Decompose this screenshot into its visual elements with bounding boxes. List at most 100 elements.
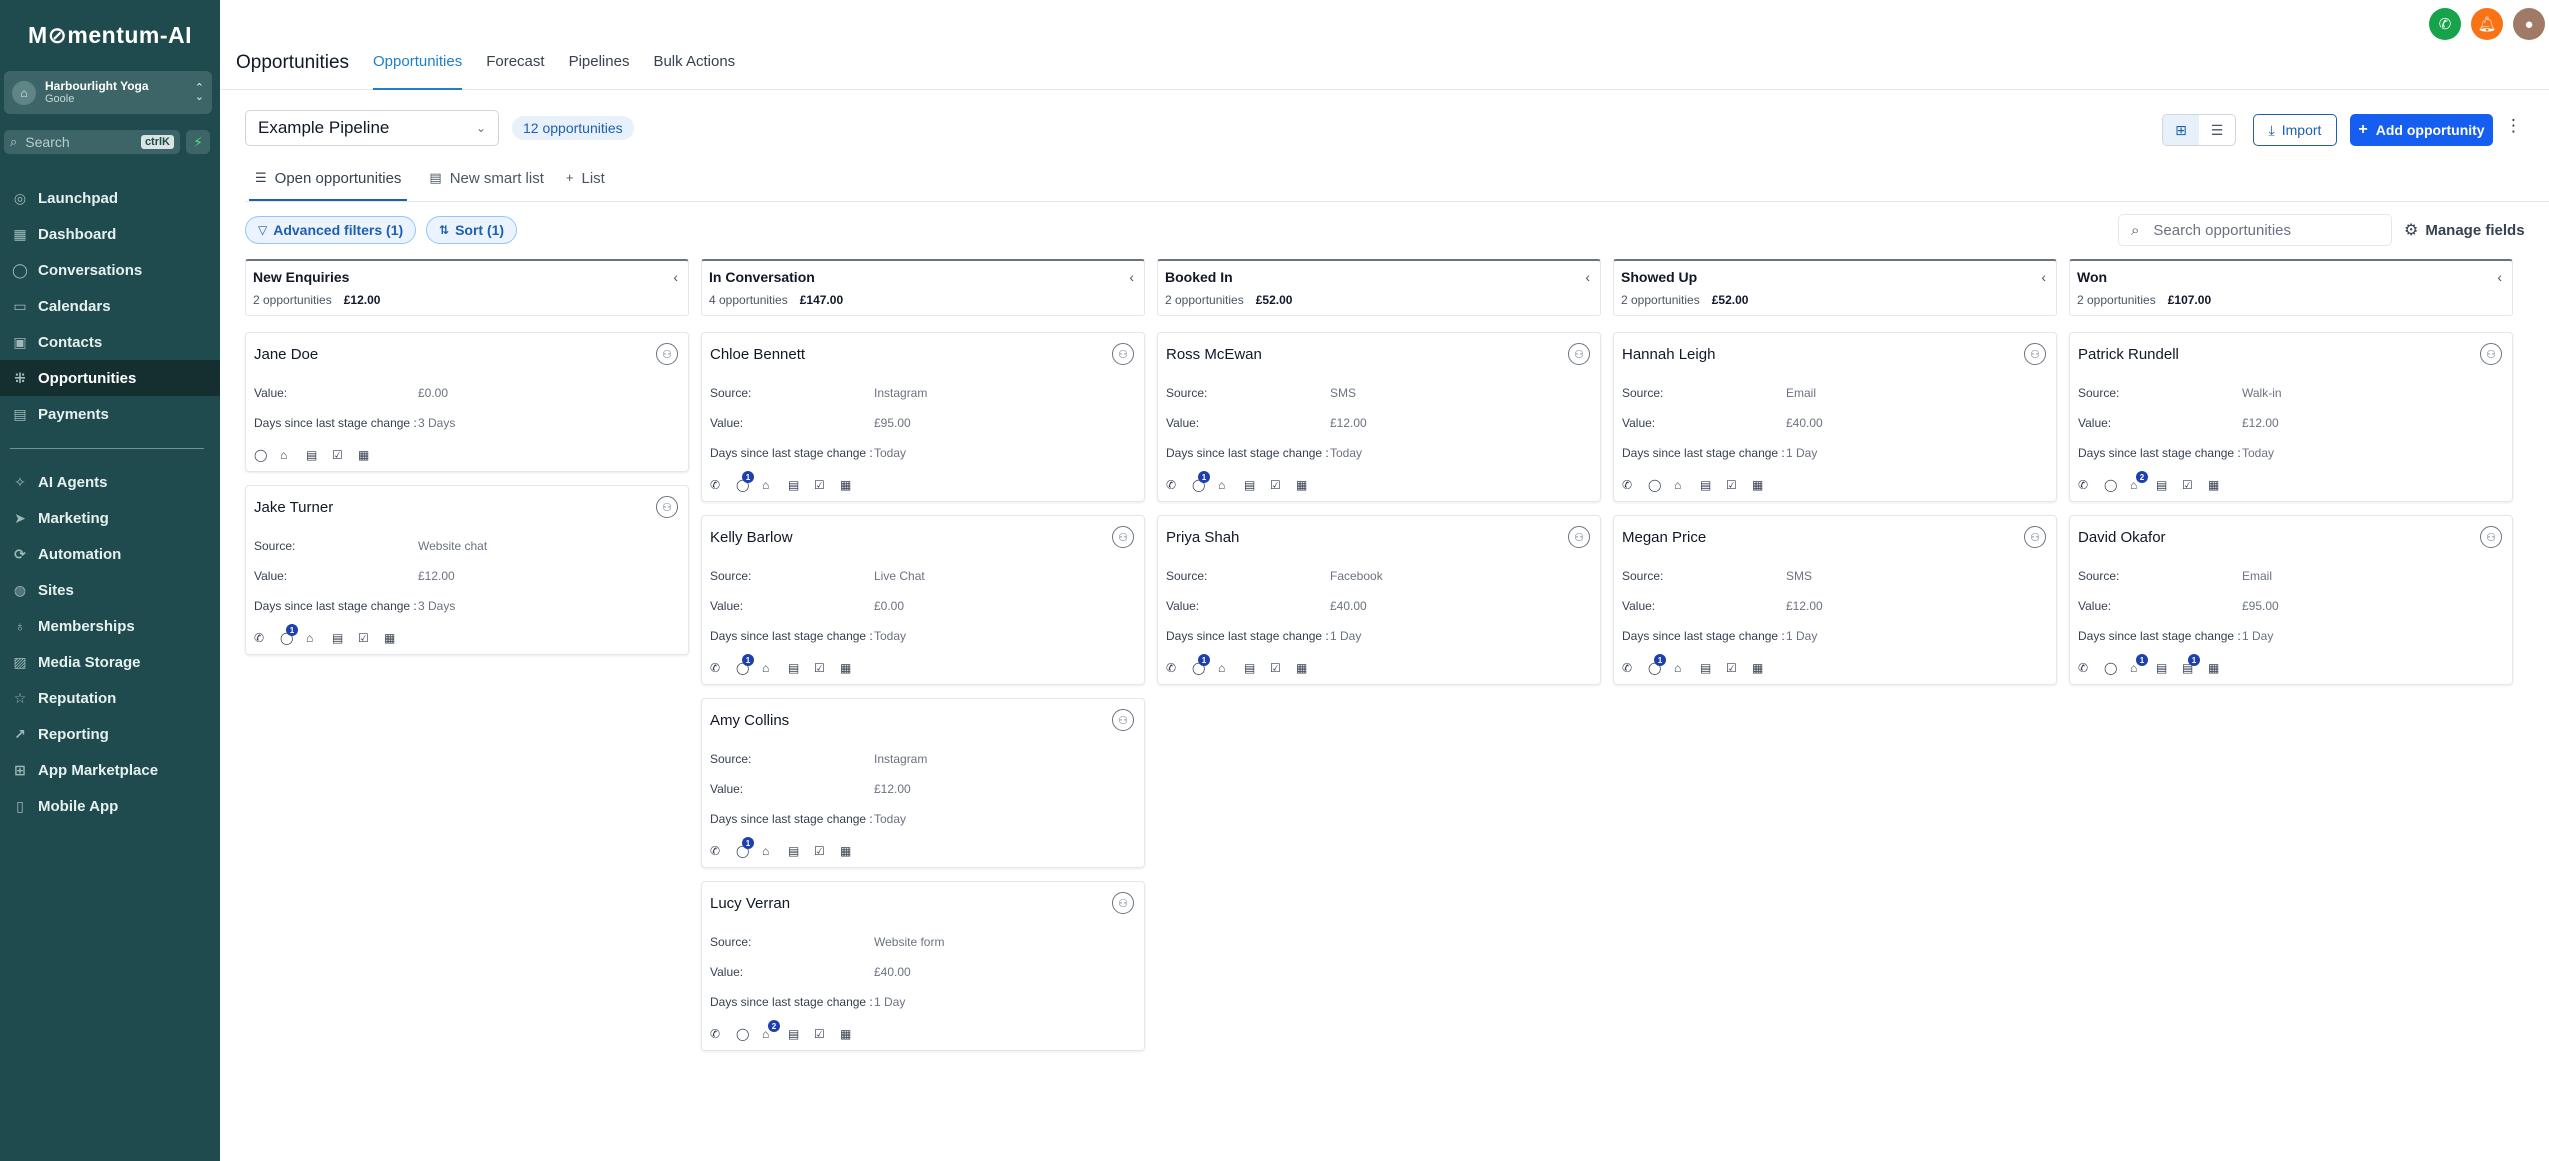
check-icon[interactable]: ☑ — [814, 844, 840, 858]
chat-icon[interactable]: ◯ — [736, 1027, 762, 1041]
sidebar-item-conversations[interactable]: ◯ Conversations — [0, 252, 220, 288]
opportunity-search-input[interactable]: ⌕ Search opportunities — [2118, 214, 2392, 246]
doc-icon[interactable]: ▤ — [788, 1027, 814, 1041]
chat-icon[interactable]: ◯ 1 — [1192, 471, 1218, 492]
tag-icon[interactable]: ⌂ 1 — [2130, 654, 2156, 675]
contact-name[interactable]: Megan Price — [1622, 529, 1706, 546]
opportunity-card[interactable]: Kelly Barlow ⚇ Source: Live Chat Value: £0.00… — [701, 515, 1145, 685]
phone-icon[interactable]: ✆ — [710, 478, 736, 492]
opportunity-card[interactable]: Patrick Rundell ⚇ Source: Walk-in Value: £12.… — [2069, 332, 2513, 502]
tag-icon[interactable]: ⌂ — [1674, 478, 1700, 492]
tag-icon[interactable]: ⌂ 2 — [2130, 471, 2156, 492]
collapse-chevron-icon[interactable]: ‹ — [2041, 269, 2046, 285]
phone-icon[interactable]: ✆ — [1622, 661, 1648, 675]
assign-user-icon[interactable]: ⚇ — [656, 496, 678, 518]
tab-pipelines[interactable]: Pipelines — [569, 53, 630, 90]
cal-icon[interactable]: ▦ — [384, 631, 410, 645]
sidebar-item-app-marketplace[interactable]: ⊞ App Marketplace — [0, 752, 220, 788]
sidebar-item-memberships[interactable]: ♁ Memberships — [0, 608, 220, 644]
opportunity-card[interactable]: Lucy Verran ⚇ Source: Website form Value: £40… — [701, 881, 1145, 1051]
check-icon[interactable]: ☑ — [1726, 661, 1752, 675]
contact-name[interactable]: Priya Shah — [1166, 529, 1239, 546]
add-opportunity-button[interactable]: + Add opportunity — [2350, 114, 2493, 146]
sort-button[interactable]: ⇅ Sort (1) — [426, 216, 518, 244]
chat-icon[interactable]: ◯ 1 — [280, 624, 306, 645]
tab-opportunities[interactable]: Opportunities — [373, 53, 463, 90]
app-logo[interactable]: M⊘mentum-AI — [0, 0, 220, 70]
check-icon[interactable]: ☑ — [1270, 478, 1296, 492]
phone-icon[interactable]: ✆ — [710, 844, 736, 858]
phone-icon[interactable]: ✆ — [1622, 478, 1648, 492]
check-icon[interactable]: ☑ — [358, 631, 384, 645]
sidebar-item-opportunities[interactable]: ⁜ Opportunities — [0, 360, 220, 396]
chat-icon[interactable]: ◯ — [2104, 661, 2130, 675]
phone-icon[interactable]: ✆ — [2078, 478, 2104, 492]
tag-icon[interactable]: ⌂ — [1218, 478, 1244, 492]
assign-user-icon[interactable]: ⚇ — [1112, 526, 1134, 548]
contact-name[interactable]: Amy Collins — [710, 712, 789, 729]
tag-icon[interactable]: ⌂ — [1218, 661, 1244, 675]
bell-icon[interactable]: 🔔︎ — [2471, 8, 2503, 40]
cal-icon[interactable]: ▦ — [358, 448, 384, 462]
collapse-chevron-icon[interactable]: ‹ — [2497, 269, 2502, 285]
contact-name[interactable]: Jake Turner — [254, 499, 333, 516]
contact-name[interactable]: Chloe Bennett — [710, 346, 805, 363]
sidebar-item-mobile-app[interactable]: ▯ Mobile App — [0, 788, 220, 824]
chat-icon[interactable]: ◯ 1 — [736, 837, 762, 858]
doc-icon[interactable]: ▤ — [1700, 478, 1726, 492]
opportunity-card[interactable]: Chloe Bennett ⚇ Source: Instagram Value: £95.… — [701, 332, 1145, 502]
assign-user-icon[interactable]: ⚇ — [1112, 343, 1134, 365]
contact-name[interactable]: Hannah Leigh — [1622, 346, 1715, 363]
opportunity-card[interactable]: Jane Doe ⚇ Value: £0.00 Days since last stag… — [245, 332, 689, 472]
sidebar-item-media-storage[interactable]: ▨ Media Storage — [0, 644, 220, 680]
quick-action-lightning-icon[interactable]: ⚡ — [186, 130, 210, 154]
pipeline-select[interactable]: Example Pipeline ⌄ — [245, 110, 499, 146]
cal-icon[interactable]: ▦ — [840, 844, 866, 858]
phone-icon[interactable]: ✆ — [1166, 661, 1192, 675]
chat-icon[interactable]: ◯ 1 — [736, 471, 762, 492]
tag-icon[interactable]: ⌂ — [762, 478, 788, 492]
sidebar-search-input[interactable]: ⌕ Search ctrlK — [4, 130, 180, 154]
opportunity-card[interactable]: Priya Shah ⚇ Source: Facebook Value: £40.00 Da… — [1157, 515, 1601, 685]
doc-icon[interactable]: ▤ — [788, 844, 814, 858]
sidebar-item-calendars[interactable]: ▭ Calendars — [0, 288, 220, 324]
phone-icon[interactable]: ✆ — [710, 661, 736, 675]
cal-icon[interactable]: ▦ — [840, 478, 866, 492]
doc-icon[interactable]: ▤ — [788, 661, 814, 675]
check-icon[interactable]: ☑ — [332, 448, 358, 462]
subtab-open-opportunities[interactable]: ☰ Open opportunities — [249, 170, 408, 201]
doc-icon[interactable]: ▤ — [2156, 661, 2182, 675]
opportunity-card[interactable]: Megan Price ⚇ Source: SMS Value: £12.00 Days s… — [1613, 515, 2057, 685]
assign-user-icon[interactable]: ⚇ — [1568, 526, 1590, 548]
chat-icon[interactable]: ◯ — [2104, 478, 2130, 492]
check-icon[interactable]: ☑ — [2182, 478, 2208, 492]
import-button[interactable]: ⤓ Import — [2253, 114, 2337, 146]
contact-name[interactable]: Kelly Barlow — [710, 529, 793, 546]
cal-icon[interactable]: ▦ — [840, 661, 866, 675]
sidebar-item-dashboard[interactable]: ▦ Dashboard — [0, 216, 220, 252]
check-icon[interactable]: ☑ — [814, 1027, 840, 1041]
assign-user-icon[interactable]: ⚇ — [2024, 526, 2046, 548]
user-avatar[interactable]: ● — [2513, 8, 2545, 40]
check-icon[interactable]: ☑ — [814, 478, 840, 492]
contact-name[interactable]: Ross McEwan — [1166, 346, 1262, 363]
collapse-chevron-icon[interactable]: ‹ — [1585, 269, 1590, 285]
assign-user-icon[interactable]: ⚇ — [656, 343, 678, 365]
tag-icon[interactable]: ⌂ — [1674, 661, 1700, 675]
sidebar-item-contacts[interactable]: ▣ Contacts — [0, 324, 220, 360]
contact-name[interactable]: Lucy Verran — [710, 895, 790, 912]
assign-user-icon[interactable]: ⚇ — [2024, 343, 2046, 365]
sidebar-item-payments[interactable]: ▤ Payments — [0, 396, 220, 432]
doc-icon[interactable]: ▤ — [1700, 661, 1726, 675]
phone-icon[interactable]: ✆ — [254, 631, 280, 645]
grid-view-icon[interactable]: ⊞ — [2163, 115, 2199, 145]
cal-icon[interactable]: ▦ — [1752, 661, 1778, 675]
sidebar-item-sites[interactable]: ◍ Sites — [0, 572, 220, 608]
cal-icon[interactable]: ▦ — [1752, 478, 1778, 492]
contact-name[interactable]: David Okafor — [2078, 529, 2166, 546]
subtab-new-smart-list[interactable]: ▤ New smart list — [429, 170, 543, 201]
collapse-chevron-icon[interactable]: ‹ — [673, 269, 678, 285]
collapse-chevron-icon[interactable]: ‹ — [1129, 269, 1134, 285]
opportunity-card[interactable]: Ross McEwan ⚇ Source: SMS Value: £12.00 Days s… — [1157, 332, 1601, 502]
opportunity-card[interactable]: David Okafor ⚇ Source: Email Value: £95.00 Day… — [2069, 515, 2513, 685]
